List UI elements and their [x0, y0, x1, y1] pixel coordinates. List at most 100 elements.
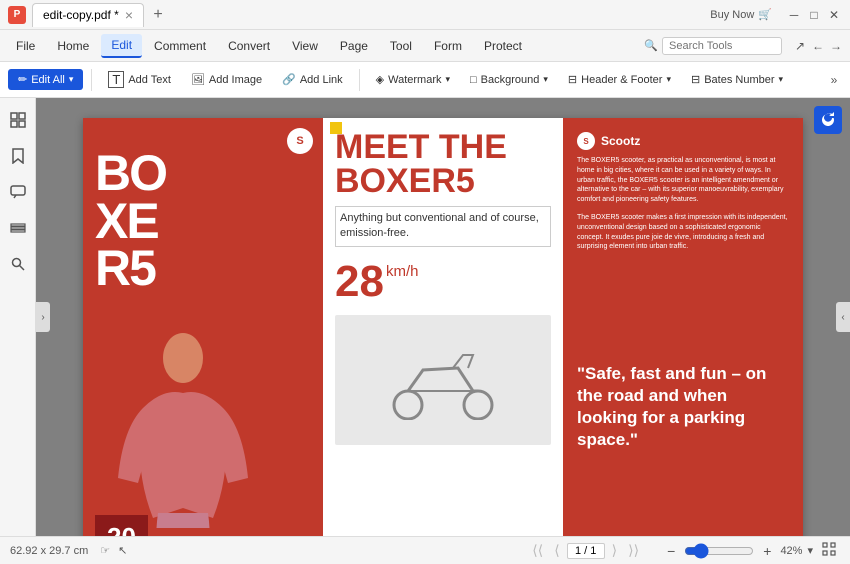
right-sidebar-toggle[interactable]: ‹: [836, 302, 850, 332]
layers-panel-btn[interactable]: [4, 214, 32, 242]
description-text-1: The BOXER5 scooter, as practical as unco…: [577, 156, 789, 205]
header-dropdown-arrow: ▾: [666, 74, 671, 85]
menu-page[interactable]: Page: [330, 35, 378, 57]
search-icon: 🔍: [644, 39, 658, 52]
image-icon: 🖼: [191, 73, 205, 86]
quote-text: "Safe, fast and fun – on the road and wh…: [577, 264, 789, 536]
menu-comment[interactable]: Comment: [144, 35, 216, 57]
minimize-btn[interactable]: ─: [786, 7, 802, 23]
search-tools-input[interactable]: [662, 37, 782, 55]
menu-file[interactable]: File: [6, 35, 45, 57]
app-icon: P: [8, 6, 26, 24]
tab-close-btn[interactable]: ×: [125, 7, 133, 23]
annotation-marker[interactable]: [330, 122, 342, 134]
toolbar-separator-1: [91, 69, 92, 91]
zoom-in-btn[interactable]: +: [759, 541, 775, 561]
background-icon: □: [470, 74, 477, 86]
menu-convert[interactable]: Convert: [218, 35, 280, 57]
watermark-btn[interactable]: ◈ Watermark ▾: [368, 69, 458, 90]
menu-tool[interactable]: Tool: [380, 35, 422, 57]
sync-icon-btn[interactable]: [814, 106, 842, 134]
toolbar: ✏ Edit All ▾ T Add Text 🖼 Add Image 🔗 Ad…: [0, 62, 850, 98]
bookmarks-panel-btn[interactable]: [4, 142, 32, 170]
add-image-btn[interactable]: 🖼 Add Image: [183, 69, 270, 90]
header-footer-btn[interactable]: ⊟ Header & Footer ▾: [560, 69, 679, 90]
zoom-level-display: 42%: [780, 545, 802, 557]
edit-all-btn[interactable]: ✏ Edit All ▾: [8, 69, 83, 90]
zoom-slider[interactable]: [684, 543, 754, 559]
thumbnails-panel-btn[interactable]: [4, 106, 32, 134]
page-input[interactable]: [567, 543, 605, 559]
link-icon: 🔗: [282, 73, 296, 86]
fit-page-btn[interactable]: [818, 540, 840, 561]
zoom-out-btn[interactable]: −: [663, 541, 679, 561]
edit-all-dropdown-arrow: ▾: [69, 74, 74, 85]
left-sidebar-toggle[interactable]: ›: [36, 302, 50, 332]
edit-icon: ✏: [18, 73, 27, 86]
back-btn[interactable]: ←: [810, 38, 826, 54]
bates-dropdown-arrow: ▾: [779, 74, 784, 85]
boxer-title: BO XE R5: [95, 150, 311, 293]
middle-panel: MEET THE BOXER5 Anything but conventiona…: [323, 118, 563, 536]
page-dimensions: 62.92 x 29.7 cm: [10, 545, 88, 557]
header-icon: ⊟: [568, 73, 577, 86]
window-action-btns: ↗ ← →: [792, 38, 844, 54]
background-btn[interactable]: □ Background ▾: [462, 70, 556, 90]
share-btn[interactable]: ↗: [792, 38, 808, 54]
menu-edit[interactable]: Edit: [101, 34, 142, 58]
tab-bar: edit-copy.pdf * × +: [32, 3, 704, 27]
toolbar-expand-btn[interactable]: »: [826, 72, 842, 88]
bates-icon: ⊟: [691, 73, 700, 86]
right-panel: S Scootz The BOXER5 scooter, as practica…: [563, 118, 803, 536]
menu-home[interactable]: Home: [47, 35, 99, 57]
scootz-header: S Scootz: [577, 132, 789, 150]
menu-bar: File Home Edit Comment Convert View Page…: [0, 30, 850, 62]
scooter-image: [335, 315, 551, 445]
tagline-text: Anything but conventional and of course,…: [335, 206, 551, 247]
person-image: [103, 328, 263, 528]
prev-page-btn[interactable]: ⟨: [550, 540, 563, 561]
zoom-controls: − + 42% ▾: [663, 540, 840, 561]
tab-label: edit-copy.pdf *: [43, 8, 119, 22]
scooter-svg: [383, 340, 503, 420]
speed-display: 28 km/h: [335, 257, 551, 307]
search-panel-btn[interactable]: [4, 250, 32, 278]
page-navigation: ⟨⟨ ⟨ ⟩ ⟩⟩: [528, 540, 643, 561]
scootz-logo-left: S: [287, 128, 313, 154]
window-controls: ─ □ ✕: [786, 7, 842, 23]
active-tab[interactable]: edit-copy.pdf * ×: [32, 3, 144, 27]
scootz-name: Scootz: [601, 134, 640, 148]
scootz-logo-right: S: [577, 132, 595, 150]
cart-icon: 🛒: [758, 8, 772, 21]
forward-btn[interactable]: →: [828, 38, 844, 54]
window-close-btn[interactable]: ✕: [826, 7, 842, 23]
left-sidebar: [0, 98, 36, 536]
text-icon: T: [108, 71, 124, 88]
new-tab-btn[interactable]: +: [146, 3, 170, 27]
menu-view[interactable]: View: [282, 35, 328, 57]
toolbar-right: »: [826, 72, 842, 88]
bates-number-btn[interactable]: ⊟ Bates Number ▾: [683, 69, 791, 90]
description-text-2: The BOXER5 scooter makes a first impress…: [577, 213, 789, 252]
last-page-btn[interactable]: ⟩⟩: [624, 540, 643, 561]
comments-panel-btn[interactable]: [4, 178, 32, 206]
watermark-dropdown-arrow: ▾: [445, 74, 450, 85]
menu-search-area: 🔍: [644, 37, 782, 55]
zoom-dropdown-arrow[interactable]: ▾: [807, 544, 813, 557]
menu-protect[interactable]: Protect: [474, 35, 532, 57]
year-badge: 20 21: [95, 515, 148, 536]
document-area[interactable]: S BO XE R5 20 21: [36, 98, 850, 536]
add-text-btn[interactable]: T Add Text: [100, 67, 179, 92]
next-page-btn[interactable]: ⟩: [608, 540, 621, 561]
status-bar: 62.92 x 29.7 cm ☞ ↖ ⟨⟨ ⟨ ⟩ ⟩⟩ − + 42% ▾: [0, 536, 850, 564]
first-page-btn[interactable]: ⟨⟨: [528, 540, 547, 561]
toolbar-separator-2: [359, 69, 360, 91]
buy-now-btn[interactable]: Buy Now 🛒: [710, 8, 772, 21]
title-bar: P edit-copy.pdf * × + Buy Now 🛒 ─ □ ✕: [0, 0, 850, 30]
watermark-icon: ◈: [376, 73, 384, 86]
add-link-btn[interactable]: 🔗 Add Link: [274, 69, 351, 90]
menu-form[interactable]: Form: [424, 35, 472, 57]
pointer-icon: ↖: [118, 544, 127, 557]
meet-title: MEET THE BOXER5: [335, 130, 551, 198]
restore-btn[interactable]: □: [806, 7, 822, 23]
